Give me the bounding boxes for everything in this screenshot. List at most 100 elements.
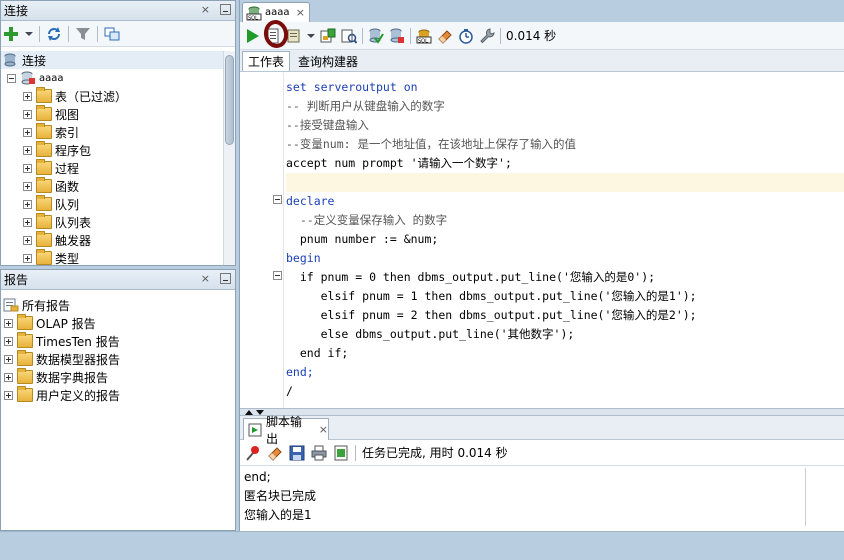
run-script-icon[interactable] [265, 28, 281, 44]
expand-icon[interactable] [23, 145, 32, 155]
script-output-text[interactable]: end; 匿名块已完成 您输入的是1 [244, 468, 804, 525]
code-line[interactable]: begin [286, 249, 844, 268]
autotrace-icon[interactable] [320, 28, 336, 44]
sql-tuning-icon[interactable] [341, 28, 358, 44]
report-item[interactable]: OLAP 报告 [1, 314, 235, 332]
collapse-icon[interactable] [7, 73, 16, 83]
folder-icon [17, 332, 33, 348]
code-line[interactable]: if pnum = 0 then dbms_output.put_line('您… [286, 268, 844, 287]
split-bar[interactable] [240, 408, 844, 416]
monitor-sql-icon[interactable] [458, 28, 474, 44]
refresh-icon[interactable] [46, 26, 62, 42]
explain-plan-icon[interactable] [286, 28, 302, 44]
tree-item[interactable]: 类型 [1, 249, 223, 265]
reports-tree: 所有报告 OLAP 报告 TimesTen 报告 数据模型器报告 数据字典报告 用户定义… [1, 296, 235, 530]
expand-icon[interactable] [4, 372, 13, 382]
expand-icon[interactable] [4, 336, 13, 346]
clear-eraser-icon[interactable] [437, 28, 453, 44]
expand-icon[interactable] [23, 163, 32, 173]
toolbar-separator [39, 25, 40, 42]
expand-icon[interactable] [4, 318, 13, 328]
code-line[interactable]: --变量num: 是一个地址值，在该地址上保存了输入的值 [286, 135, 844, 154]
close-icon[interactable]: × [201, 273, 210, 285]
fold-marker-declare[interactable] [273, 195, 282, 204]
expand-icon[interactable] [23, 91, 32, 101]
close-icon[interactable]: × [319, 423, 328, 436]
output-line: 匿名块已完成 [244, 489, 317, 503]
tree-item[interactable]: 队列 [1, 195, 223, 213]
close-icon[interactable]: × [296, 6, 305, 19]
schema-browser-icon[interactable] [104, 26, 120, 42]
fold-marker-if[interactable] [273, 271, 282, 280]
code-editor[interactable]: set serveroutput on -- 判断用户从键盘输入的数字 --接受键盘… [240, 73, 844, 408]
chevron-down-icon[interactable] [307, 28, 315, 44]
code-line[interactable]: declare [286, 192, 844, 211]
code-line[interactable]: -- 判断用户从键盘输入的数字 [286, 97, 844, 116]
expand-icon[interactable] [4, 354, 13, 364]
expand-icon[interactable] [23, 109, 32, 119]
tab-query-builder[interactable]: 查询构建器 [290, 51, 366, 71]
filter-icon[interactable] [75, 26, 91, 42]
tree-item[interactable]: 索引 [1, 123, 223, 141]
clear-eraser-icon[interactable] [267, 445, 283, 461]
code-line[interactable] [286, 173, 844, 192]
report-item[interactable]: 数据字典报告 [1, 368, 235, 386]
tree-item[interactable]: 视图 [1, 105, 223, 123]
tab-worksheet[interactable]: 工作表 [242, 51, 291, 71]
tree-connection[interactable]: aaaa [1, 69, 223, 87]
reports-root-icon [3, 298, 19, 312]
chevron-down-icon[interactable] [25, 26, 33, 42]
tree-root[interactable]: 连接 [1, 51, 223, 69]
print-icon[interactable] [311, 445, 327, 461]
close-icon[interactable]: × [201, 4, 210, 16]
code-line[interactable]: accept num prompt '请输入一个数字'; [286, 154, 844, 173]
expand-icon[interactable] [23, 181, 32, 191]
tree-item[interactable]: 函数 [1, 177, 223, 195]
script-output-tab[interactable]: 脚本输出 × [243, 415, 329, 446]
scroll-thumb[interactable] [225, 55, 234, 145]
save-icon[interactable] [289, 445, 305, 461]
code-line[interactable]: end; [286, 363, 844, 382]
tree-item[interactable]: 触发器 [1, 231, 223, 249]
code-line[interactable]: / [286, 382, 844, 401]
code-line[interactable]: pnum number := &num; [286, 230, 844, 249]
tree-item[interactable]: 程序包 [1, 141, 223, 159]
code-line[interactable]: --接受键盘输入 [286, 116, 844, 135]
folder-icon [36, 231, 52, 247]
expand-icon[interactable] [23, 253, 32, 263]
folder-icon [36, 159, 52, 175]
pin-icon[interactable] [245, 445, 261, 461]
code-line[interactable]: set serveroutput on [286, 78, 844, 97]
tree-item[interactable]: 表（已过滤） [1, 87, 223, 105]
folder-icon [17, 314, 33, 330]
document-tab[interactable]: SQL aaaa × [242, 2, 310, 22]
minimize-icon[interactable] [220, 4, 231, 15]
add-connection-icon[interactable] [3, 26, 19, 42]
tree-item[interactable]: 队列表 [1, 213, 223, 231]
tree-item[interactable]: 过程 [1, 159, 223, 177]
report-item[interactable]: 数据模型器报告 [1, 350, 235, 368]
expand-icon[interactable] [23, 235, 32, 245]
connections-scrollbar[interactable] [223, 51, 235, 265]
code-line[interactable]: elsif pnum = 2 then dbms_output.put_line… [286, 306, 844, 325]
svg-text:SQL: SQL [418, 38, 428, 44]
code-line[interactable]: --定义变量保存输入 的数字 [286, 211, 844, 230]
reports-root[interactable]: 所有报告 [1, 296, 235, 314]
code-line[interactable]: end if; [286, 344, 844, 363]
rollback-icon[interactable] [389, 28, 405, 44]
expand-icon[interactable] [23, 199, 32, 209]
commit-icon[interactable] [368, 28, 384, 44]
sql-worksheet-icon: SQL [246, 5, 262, 21]
minimize-icon[interactable] [220, 273, 231, 284]
expand-icon[interactable] [23, 127, 32, 137]
open-output-icon[interactable] [333, 445, 349, 461]
expand-icon[interactable] [23, 217, 32, 227]
run-statement-icon[interactable] [244, 28, 260, 44]
report-item[interactable]: 用户定义的报告 [1, 386, 235, 404]
expand-icon[interactable] [4, 390, 13, 400]
wrench-icon[interactable] [479, 27, 495, 44]
code-line[interactable]: else dbms_output.put_line('其他数字'); [286, 325, 844, 344]
report-item[interactable]: TimesTen 报告 [1, 332, 235, 350]
code-line[interactable]: elsif pnum = 1 then dbms_output.put_line… [286, 287, 844, 306]
sql-history-icon[interactable]: SQL [416, 28, 432, 44]
